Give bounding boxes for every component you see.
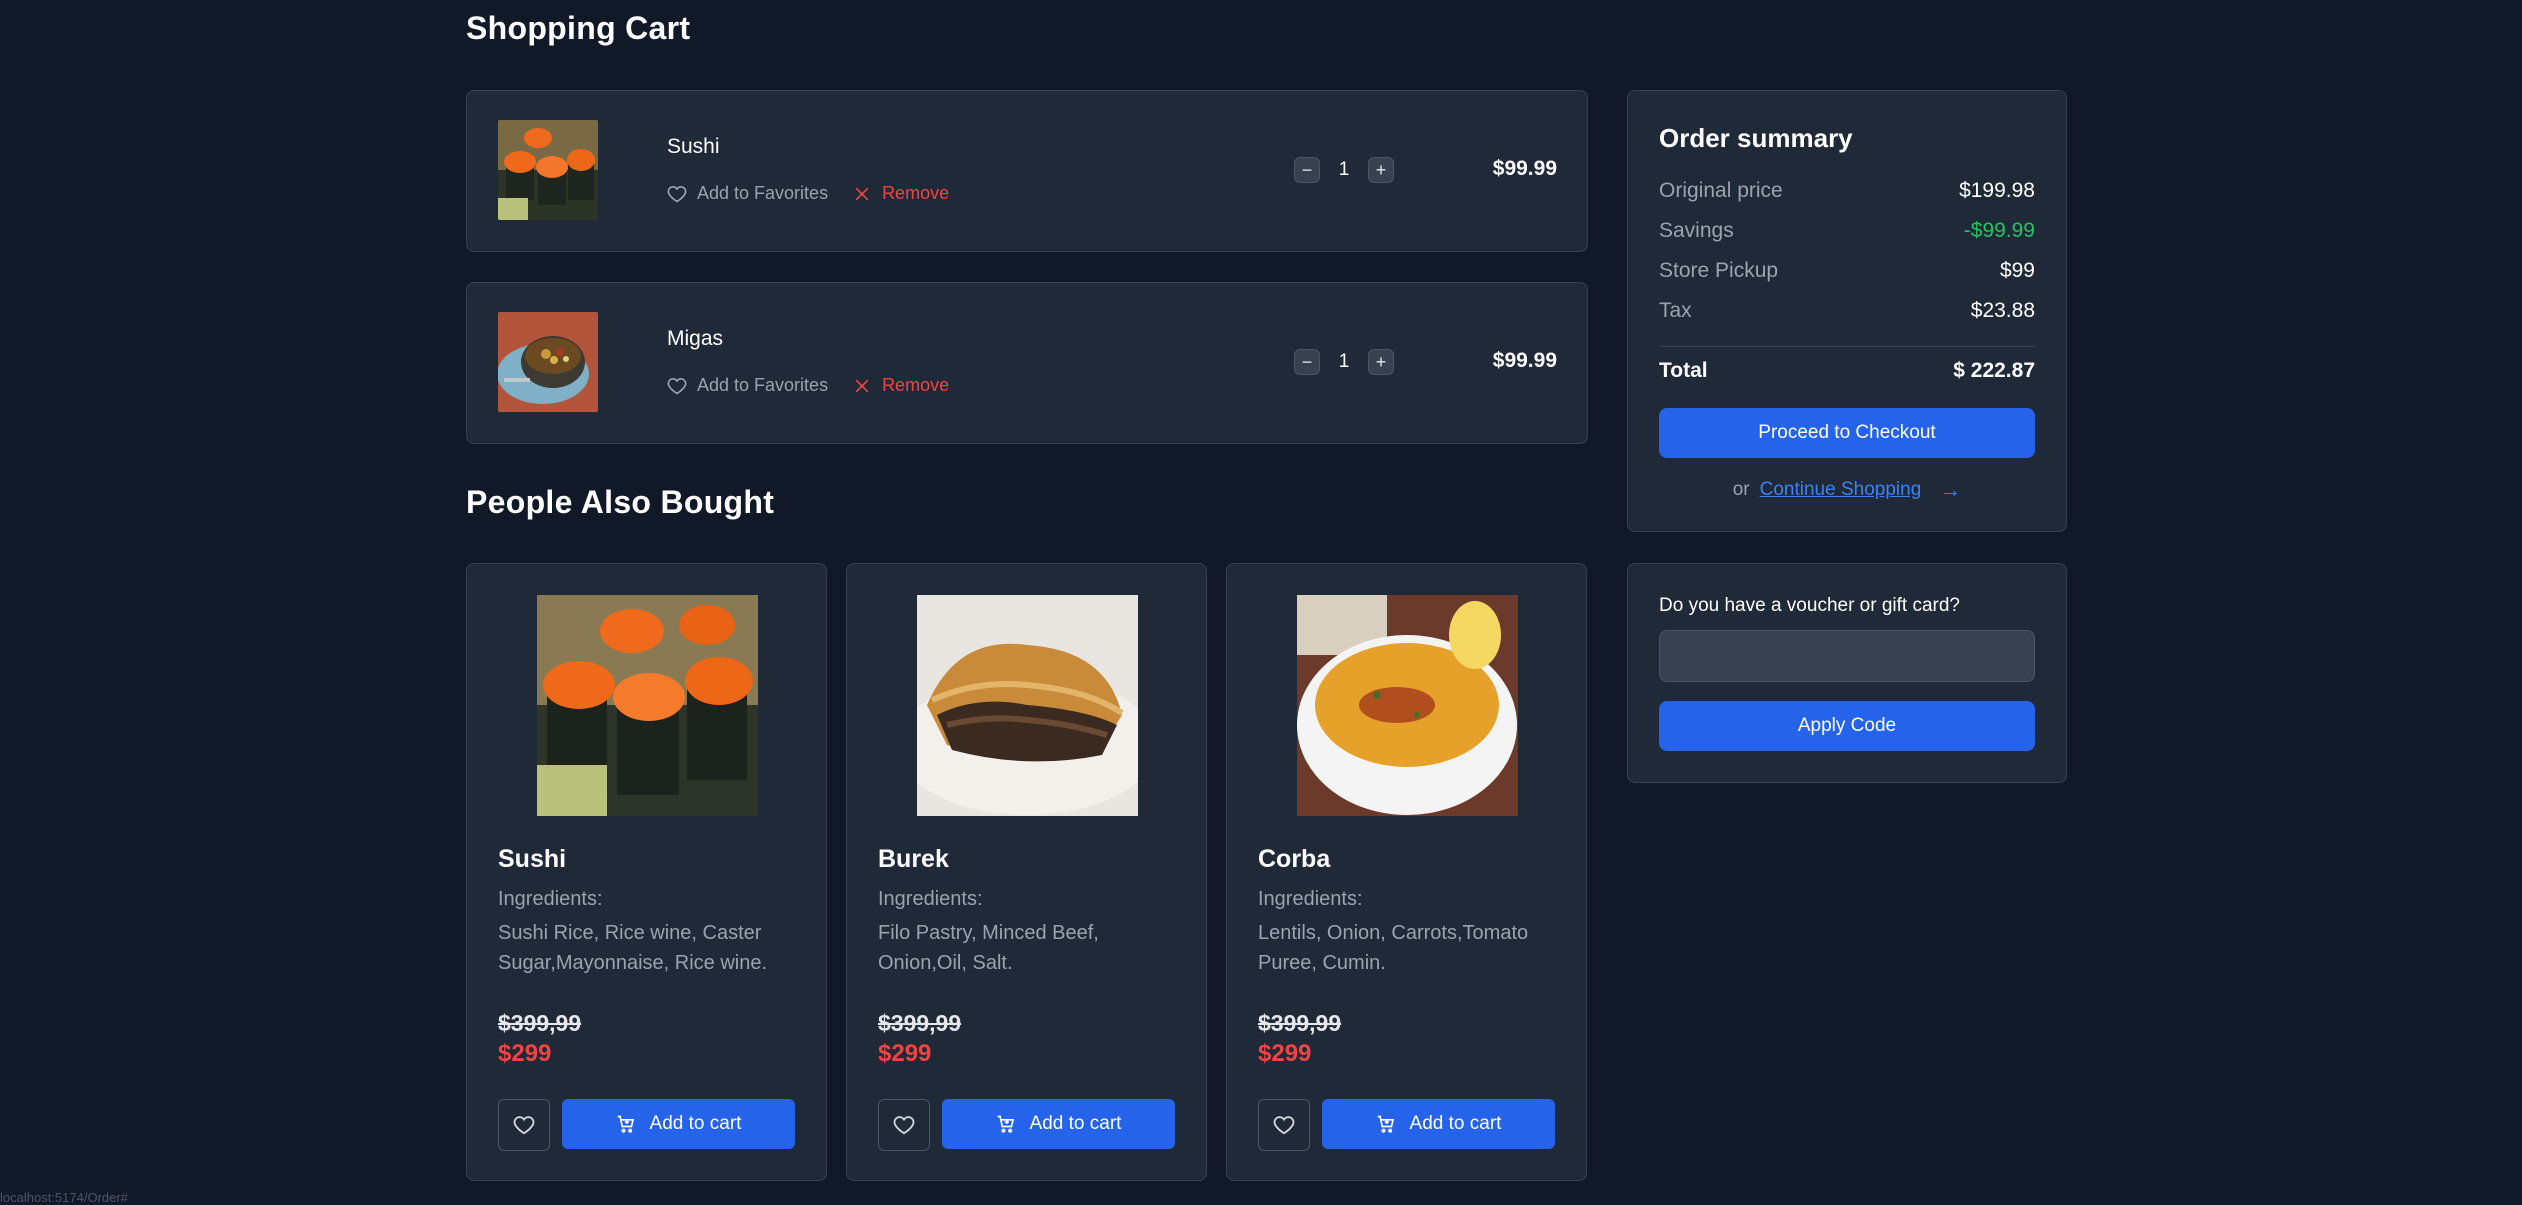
total-value: $ 222.87 [1953, 359, 2035, 382]
summary-divider [1659, 346, 2035, 347]
cart-item-name: Migas [667, 327, 724, 350]
ingredients-text: Sushi Rice, Rice wine, Caster Sugar,Mayo… [498, 922, 768, 974]
remove-label: Remove [882, 375, 950, 395]
summary-value: -$99.99 [1963, 219, 2035, 242]
remove-button[interactable]: Remove [852, 183, 949, 204]
heart-icon [1273, 1116, 1295, 1135]
heart-icon [667, 185, 687, 202]
favorite-button[interactable] [878, 1099, 930, 1151]
section-title: People Also Bought [466, 484, 775, 520]
cart-item-name: Sushi [667, 135, 720, 158]
quantity-stepper: − 1 + [1294, 157, 1394, 183]
cart-item-price: $99.99 [1492, 349, 1557, 372]
increase-quantity-button[interactable]: + [1368, 349, 1394, 375]
ingredients-label: Ingredients: [878, 888, 983, 910]
add-to-favorites-label: Add to Favorites [697, 375, 829, 395]
sale-price: $299 [1258, 1040, 1312, 1067]
add-to-favorites-button[interactable]: Add to Favorites [667, 183, 828, 204]
voucher-label: Do you have a voucher or gift card? [1659, 595, 1961, 616]
cart-item-image[interactable] [498, 312, 598, 412]
heart-icon [893, 1116, 915, 1135]
status-bar-url: localhost:5174/Order# [0, 1190, 128, 1205]
quantity-value: 1 [1338, 159, 1350, 180]
product-image[interactable] [1297, 595, 1518, 816]
ingredients-text: Filo Pastry, Minced Beef, Onion,Oil, Sal… [878, 922, 1099, 974]
cart-icon [617, 1115, 634, 1133]
product-name: Corba [1258, 845, 1331, 873]
decrease-quantity-button[interactable]: − [1294, 349, 1320, 375]
add-to-cart-button[interactable]: Add to cart [562, 1099, 795, 1149]
close-icon [855, 379, 869, 392]
total-label: Total [1659, 359, 1708, 382]
cart-item-image[interactable] [498, 120, 598, 220]
cart-item: Migas Add to Favorites Remove − 1 + $99.… [466, 282, 1588, 444]
add-to-cart-button[interactable]: Add to cart [1322, 1099, 1555, 1149]
summary-value: $199.98 [1959, 179, 2035, 202]
apply-code-button[interactable]: Apply Code [1659, 701, 2035, 751]
old-price: $399,99 [498, 1010, 582, 1036]
summary-row-savings: Savings -$99.99 [1659, 219, 2035, 243]
page-title: Shopping Cart [466, 10, 691, 46]
quantity-stepper: − 1 + [1294, 349, 1394, 375]
add-to-cart-label: Add to cart [1029, 1113, 1122, 1134]
product-name: Burek [878, 845, 949, 873]
ingredients-label: Ingredients: [498, 888, 603, 910]
cart-item-price: $99.99 [1492, 157, 1557, 180]
voucher-panel: Do you have a voucher or gift card? Appl… [1627, 563, 2067, 783]
order-summary: Order summary Original price $199.98 Sav… [1627, 90, 2067, 532]
product-card: Corba Ingredients: Lentils, Onion, Carro… [1226, 563, 1587, 1181]
summary-value: $99 [1999, 259, 2035, 282]
remove-button[interactable]: Remove [852, 375, 949, 396]
add-to-favorites-label: Add to Favorites [697, 183, 829, 203]
summary-label: Store Pickup [1659, 259, 1779, 282]
add-to-cart-label: Add to cart [649, 1113, 742, 1134]
summary-row-original-price: Original price $199.98 [1659, 179, 2035, 203]
increase-quantity-button[interactable]: + [1368, 157, 1394, 183]
cart-item-actions: Add to Favorites Remove [667, 375, 949, 396]
proceed-to-checkout-button[interactable]: Proceed to Checkout [1659, 408, 2035, 458]
favorite-button[interactable] [1258, 1099, 1310, 1151]
product-image[interactable] [537, 595, 758, 816]
cart-icon [1377, 1115, 1394, 1133]
summary-value: $23.88 [1970, 299, 2035, 322]
voucher-input[interactable] [1659, 630, 2035, 682]
continue-shopping-row: or Continue Shopping → [1628, 477, 2066, 503]
continue-shopping-link[interactable]: Continue Shopping [1760, 479, 1922, 501]
favorite-button[interactable] [498, 1099, 550, 1151]
or-text: or [1732, 479, 1750, 500]
summary-row-store-pickup: Store Pickup $99 [1659, 259, 2035, 283]
cart-item-actions: Add to Favorites Remove [667, 183, 949, 204]
heart-icon [667, 377, 687, 394]
ingredients-text: Lentils, Onion, Carrots,Tomato Puree, Cu… [1258, 922, 1529, 974]
add-to-favorites-button[interactable]: Add to Favorites [667, 375, 828, 396]
summary-row-tax: Tax $23.88 [1659, 299, 2035, 323]
product-card: Burek Ingredients: Filo Pastry, Minced B… [846, 563, 1207, 1181]
sale-price: $299 [878, 1040, 932, 1067]
summary-label: Original price [1659, 179, 1783, 202]
summary-row-total: Total $ 222.87 [1659, 359, 2035, 383]
heart-icon [513, 1116, 535, 1135]
arrow-right-icon[interactable]: → [1939, 477, 1961, 503]
product-card: Sushi Ingredients: Sushi Rice, Rice wine… [466, 563, 827, 1181]
ingredients-label: Ingredients: [1258, 888, 1363, 910]
add-to-cart-label: Add to cart [1409, 1113, 1502, 1134]
order-summary-title: Order summary [1659, 123, 1853, 153]
page: Shopping Cart Sushi Add to Favorites Rem… [0, 0, 2522, 1205]
close-icon [855, 187, 869, 200]
old-price: $399,99 [1258, 1010, 1342, 1036]
add-to-cart-button[interactable]: Add to cart [942, 1099, 1175, 1149]
cart-icon [997, 1115, 1014, 1133]
quantity-value: 1 [1338, 351, 1350, 372]
product-name: Sushi [498, 845, 567, 873]
remove-label: Remove [882, 183, 950, 203]
cart-item: Sushi Add to Favorites Remove − 1 + $99.… [466, 90, 1588, 252]
sale-price: $299 [498, 1040, 552, 1067]
old-price: $399,99 [878, 1010, 962, 1036]
summary-label: Tax [1659, 299, 1692, 322]
decrease-quantity-button[interactable]: − [1294, 157, 1320, 183]
summary-label: Savings [1659, 219, 1734, 242]
product-image[interactable] [917, 595, 1138, 816]
